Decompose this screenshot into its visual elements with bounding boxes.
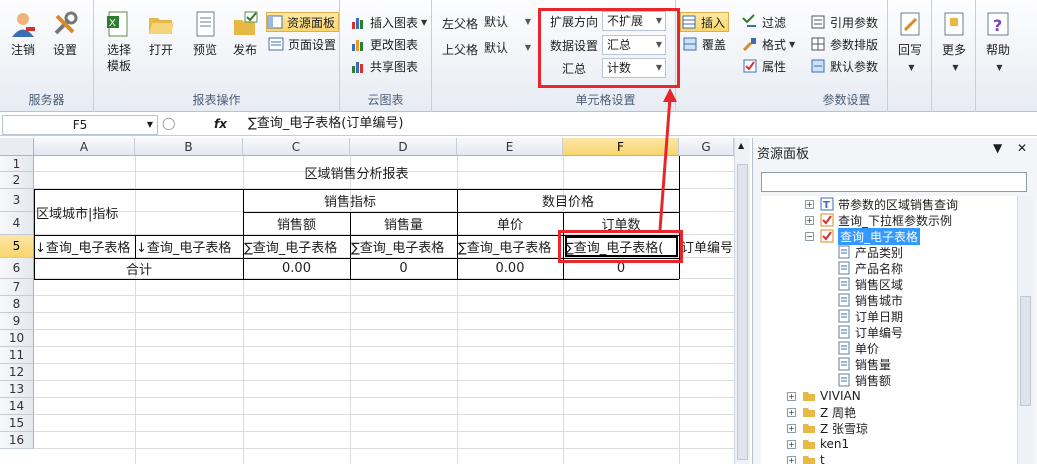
annotation-arrow	[658, 88, 677, 231]
